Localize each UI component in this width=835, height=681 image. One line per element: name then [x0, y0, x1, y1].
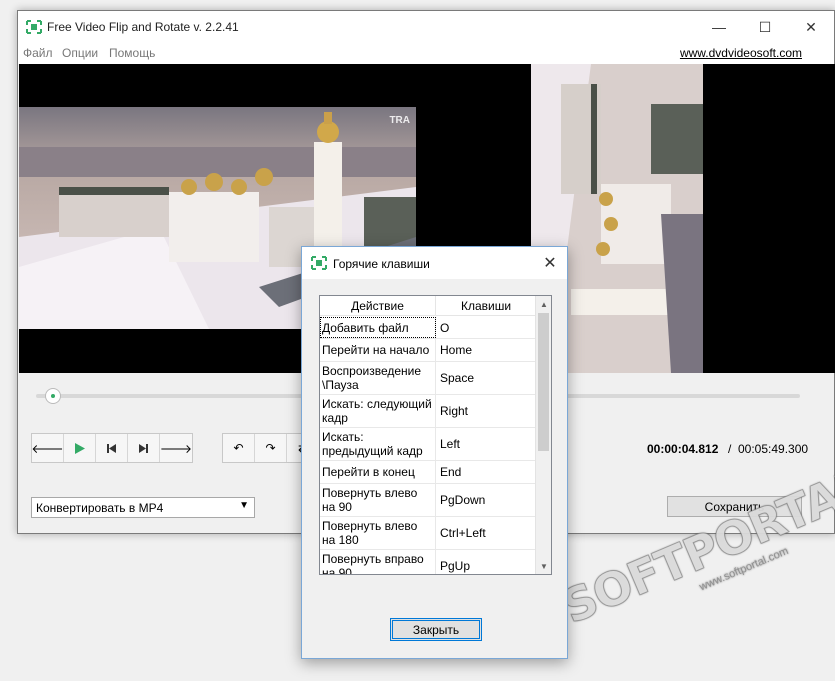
go-start-button[interactable]	[96, 434, 128, 462]
table-row[interactable]: Повернуть влево на 180 Ctrl+Left	[320, 517, 536, 550]
table-row[interactable]: Добавить файл O	[320, 317, 536, 339]
chevron-down-icon: ▼	[239, 500, 249, 511]
row-key: Space	[440, 371, 475, 385]
maximize-icon: ☐	[758, 18, 772, 35]
row-key: PgDown	[440, 493, 486, 507]
rotate-right-icon: ↷	[265, 441, 276, 455]
table-row[interactable]: Перейти в конец End	[320, 461, 536, 484]
website-link[interactable]: www.dvdvideosoft.com	[680, 46, 802, 60]
window-title: Free Video Flip and Rotate v. 2.2.41	[47, 20, 239, 34]
row-action: Перейти на начало	[320, 339, 436, 361]
rotate-left-icon: ↶	[233, 441, 244, 455]
row-key: Right	[440, 404, 469, 418]
row-key: End	[440, 465, 462, 479]
row-key: Home	[440, 343, 473, 357]
step-back-button[interactable]: 🡐	[31, 434, 64, 462]
scrollbar-thumb[interactable]	[538, 313, 549, 451]
minimize-button[interactable]: —	[696, 11, 742, 43]
dialog-close-icon[interactable]: ✕	[539, 252, 561, 274]
table-row[interactable]: Повернуть влево на 90 PgDown	[320, 484, 536, 517]
column-header-action[interactable]: Действие	[320, 296, 436, 315]
row-key: O	[440, 320, 450, 335]
total-time: 00:05:49.300	[738, 442, 809, 456]
row-action: Перейти в конец	[320, 461, 436, 483]
title-bar[interactable]: Free Video Flip and Rotate v. 2.2.41 — ☐…	[18, 11, 834, 43]
column-header-keys[interactable]: Клавиши	[436, 296, 536, 315]
arrow-left-icon: 🡐	[31, 441, 64, 456]
table-row[interactable]: Искать: предыдущий кадр Left	[320, 428, 536, 461]
play-button[interactable]	[64, 434, 96, 462]
scroll-up-icon[interactable]: ▲	[536, 296, 551, 312]
time-separator: /	[728, 442, 732, 456]
app-logo-icon	[26, 20, 42, 34]
close-icon: ✕	[805, 18, 817, 35]
row-key: PgUp	[440, 559, 471, 573]
table-header: Действие Клавиши	[320, 296, 536, 316]
scroll-down-icon[interactable]: ▼	[536, 558, 551, 574]
hotkeys-dialog: Горячие клавиши ✕ Действие Клавиши Добав…	[301, 246, 568, 659]
skip-end-icon	[139, 443, 148, 453]
row-action: Искать: следующий кадр	[320, 395, 436, 427]
menu-file[interactable]: Файл	[23, 46, 53, 60]
row-key: Left	[440, 437, 461, 451]
app-logo-icon	[311, 256, 327, 270]
row-action: Повернуть влево на 90	[320, 484, 436, 516]
video-watermark: TRA	[389, 115, 410, 126]
row-key: Ctrl+Left	[440, 526, 486, 540]
table-row[interactable]: Воспроизведение \Пауза Space	[320, 362, 536, 395]
seek-handle[interactable]	[44, 388, 61, 404]
dialog-title-bar[interactable]: Горячие клавиши ✕	[302, 247, 567, 279]
go-end-button[interactable]	[128, 434, 160, 462]
playback-controls: 🡐 🡒	[31, 433, 193, 463]
row-action: Повернуть вправо на 90	[320, 550, 436, 574]
current-time: 00:00:04.812	[647, 442, 719, 456]
table-scrollbar[interactable]: ▲ ▼	[535, 296, 551, 574]
hotkeys-table: Действие Клавиши Добавить файл O Перейти…	[319, 295, 552, 575]
row-action: Воспроизведение \Пауза	[320, 362, 436, 394]
row-action: Искать: предыдущий кадр	[320, 428, 436, 460]
row-action: Повернуть влево на 180	[320, 517, 436, 549]
arrow-right-icon: 🡒	[159, 441, 193, 456]
table-row[interactable]: Повернуть вправо на 90 PgUp	[320, 550, 536, 574]
rotate-left-button[interactable]: ↶	[223, 434, 255, 462]
skip-start-icon	[107, 443, 116, 453]
dialog-close-button[interactable]: Закрыть	[390, 618, 482, 641]
close-button[interactable]: ✕	[788, 11, 834, 43]
step-forward-button[interactable]: 🡒	[160, 434, 192, 462]
play-icon	[74, 442, 85, 454]
maximize-button[interactable]: ☐	[742, 11, 788, 43]
menu-bar: Файл Опции Помощь www.dvdvideosoft.com	[18, 43, 834, 64]
format-selected-value: Конвертировать в MP4	[36, 501, 164, 515]
row-action: Добавить файл	[320, 317, 436, 338]
table-row[interactable]: Перейти на начало Home	[320, 339, 536, 362]
table-row[interactable]: Искать: следующий кадр Right	[320, 395, 536, 428]
minimize-icon: —	[712, 19, 726, 35]
menu-options[interactable]: Опции	[62, 46, 98, 60]
rotate-right-button[interactable]: ↷	[255, 434, 287, 462]
format-dropdown[interactable]: Конвертировать в MP4 ▼	[31, 497, 255, 518]
table-body: Добавить файл O Перейти на начало Home В…	[320, 317, 536, 574]
menu-help[interactable]: Помощь	[109, 46, 155, 60]
dialog-title: Горячие клавиши	[333, 257, 430, 271]
